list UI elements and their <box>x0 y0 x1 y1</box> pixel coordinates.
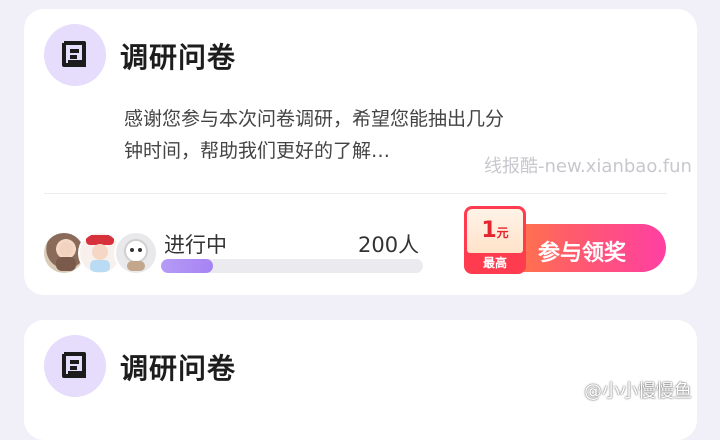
reward-note: 最高 <box>482 256 507 270</box>
reward-amount: 1 <box>481 218 497 243</box>
divider <box>44 193 667 194</box>
survey-icon <box>44 24 106 86</box>
card-description: 感谢您参与本次问卷调研，希望您能抽出几分钟时间，帮助我们更好的了解… <box>124 108 505 162</box>
participant-count: 200人 <box>358 233 420 257</box>
scroll-icon <box>62 352 86 378</box>
join-button-label[interactable]: 参与领奖 <box>538 235 626 267</box>
card-title: 调研问卷 <box>120 352 237 385</box>
scroll-icon <box>62 41 86 67</box>
progress-bar <box>161 259 423 273</box>
survey-card[interactable]: 调研问卷 感谢您参与本次问卷调研，希望您能抽出几分钟时间，帮助我们更好的了解… … <box>24 9 697 295</box>
watermark-text: 线报酷-new.xianbao.fun <box>484 156 692 177</box>
reward-badge: 1元 最高 <box>464 206 526 274</box>
progress-fill <box>161 259 214 273</box>
avatar <box>114 231 158 275</box>
card-title: 调研问卷 <box>120 41 237 74</box>
reward-unit: 元 <box>496 226 509 240</box>
avatar-3 <box>124 239 148 271</box>
watermark-text: @小小慢慢鱼 <box>584 381 692 402</box>
survey-icon <box>44 335 106 397</box>
status-text: 进行中 <box>164 233 227 257</box>
